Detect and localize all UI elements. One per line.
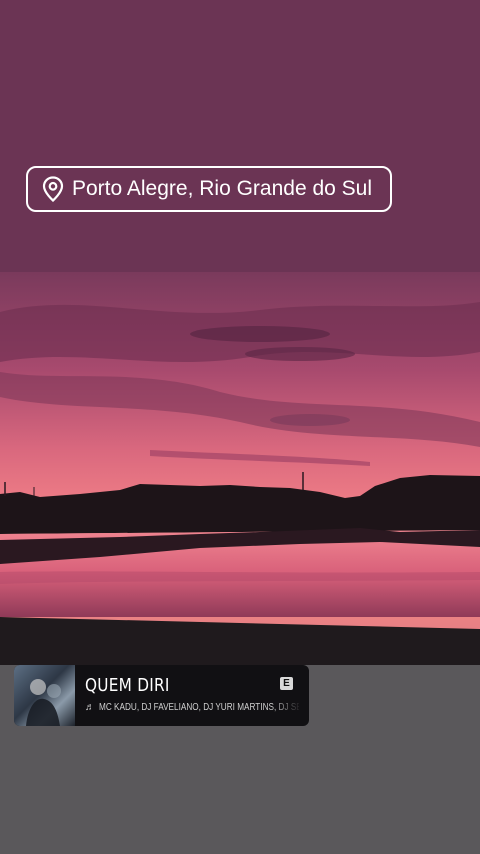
location-sticker[interactable]: Porto Alegre, Rio Grande do Sul (26, 166, 392, 212)
top-background (0, 0, 480, 272)
sunset-photo (0, 272, 480, 665)
artist-row: ♬ MC KADU, DJ FAVELIANO, DJ YURI MARTINS… (85, 702, 299, 713)
music-sticker[interactable]: QUEM DIRI E ♬ MC KADU, DJ FAVELIANO, DJ … (14, 665, 309, 726)
music-info: QUEM DIRI E ♬ MC KADU, DJ FAVELIANO, DJ … (75, 665, 309, 726)
album-art (14, 665, 75, 726)
music-note-icon: ♬ (85, 702, 95, 713)
map-pin-icon (42, 176, 64, 202)
explicit-badge: E (280, 677, 293, 690)
artist-names: MC KADU, DJ FAVELIANO, DJ YURI MARTINS, … (99, 702, 299, 713)
song-title: QUEM DIRI (85, 675, 170, 696)
location-label: Porto Alegre, Rio Grande do Sul (72, 177, 373, 200)
